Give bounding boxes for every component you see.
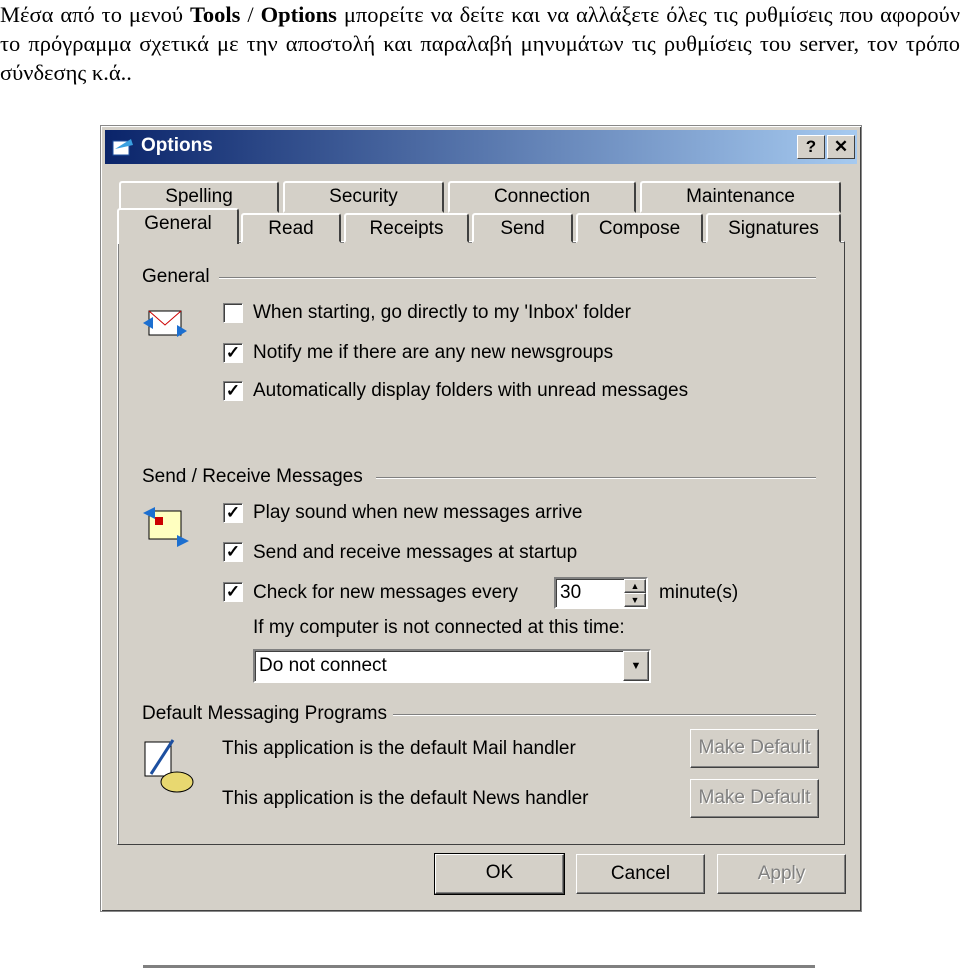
mail-settings-icon	[143, 310, 187, 337]
default-programs-icon	[144, 739, 194, 793]
title-bar: Options ? ✕	[105, 130, 857, 164]
apply-button[interactable]: Apply	[717, 854, 846, 894]
tab-read[interactable]: Read	[241, 213, 341, 243]
close-button[interactable]: ✕	[827, 135, 855, 159]
mail-handler-text: This application is the default Mail han…	[222, 738, 576, 759]
make-default-news-button[interactable]: Make Default	[690, 779, 819, 818]
menu-options: Options	[260, 2, 337, 27]
intro-text: Μέσα από το μενού	[0, 2, 190, 27]
interval-unit: minute(s)	[659, 582, 739, 603]
spin-up-button[interactable]: ▲	[624, 579, 646, 593]
spin-down-button[interactable]: ▼	[624, 593, 646, 607]
interval-spinner[interactable]: 30 ▲ ▼	[554, 577, 648, 609]
tab-receipts[interactable]: Receipts	[344, 213, 469, 243]
chevron-down-icon[interactable]: ▼	[623, 651, 649, 681]
tab-general[interactable]: General	[117, 208, 239, 244]
label-check-messages: Check for new messages every	[253, 582, 519, 603]
news-handler-text: This application is the default News han…	[222, 788, 589, 809]
send-receive-icon	[143, 507, 189, 547]
label-notify-newsgroups: Notify me if there are any new newsgroup…	[253, 342, 614, 363]
tab-security[interactable]: Security	[283, 181, 444, 213]
tab-connection[interactable]: Connection	[448, 181, 636, 213]
not-connected-label: If my computer is not connected at this …	[253, 617, 625, 638]
app-icon	[112, 139, 133, 156]
divider	[393, 714, 816, 716]
general-heading: General	[142, 266, 210, 287]
tab-compose[interactable]: Compose	[576, 213, 703, 243]
checkbox-display-unread[interactable]: ✓	[223, 381, 243, 401]
tab-signatures[interactable]: Signatures	[706, 213, 841, 243]
default-programs-heading: Default Messaging Programs	[142, 703, 387, 724]
cancel-button[interactable]: Cancel	[576, 854, 705, 894]
options-dialog: Options ? ✕ Spelling Security Connection…	[100, 125, 862, 912]
label-go-to-inbox: When starting, go directly to my 'Inbox'…	[253, 302, 631, 323]
help-button[interactable]: ?	[797, 135, 825, 159]
checkbox-go-to-inbox[interactable]	[223, 303, 243, 323]
checkbox-notify-newsgroups[interactable]: ✓	[223, 343, 243, 363]
page-rule	[143, 965, 815, 968]
label-play-sound: Play sound when new messages arrive	[253, 502, 583, 523]
checkbox-check-messages[interactable]: ✓	[223, 582, 243, 602]
divider	[219, 277, 816, 279]
tab-send[interactable]: Send	[472, 213, 573, 243]
checkbox-play-sound[interactable]: ✓	[223, 503, 243, 523]
divider	[376, 477, 816, 479]
intro-paragraph: Μέσα από το μενού Tools / Options μπορεί…	[0, 0, 960, 87]
send-receive-heading: Send / Receive Messages	[142, 466, 363, 487]
sep: /	[240, 2, 261, 27]
not-connected-select[interactable]: Do not connect ▼	[253, 649, 651, 683]
label-display-unread: Automatically display folders with unrea…	[253, 380, 689, 401]
menu-tools: Tools	[189, 2, 241, 27]
make-default-mail-button[interactable]: Make Default	[690, 729, 819, 768]
interval-value: 30	[560, 582, 582, 603]
select-value: Do not connect	[259, 655, 387, 676]
dialog-title: Options	[141, 135, 213, 156]
tab-maintenance[interactable]: Maintenance	[640, 181, 841, 213]
checkbox-send-receive-startup[interactable]: ✓	[223, 542, 243, 562]
ok-button[interactable]: OK	[434, 853, 565, 895]
label-send-receive-startup: Send and receive messages at startup	[253, 542, 578, 563]
